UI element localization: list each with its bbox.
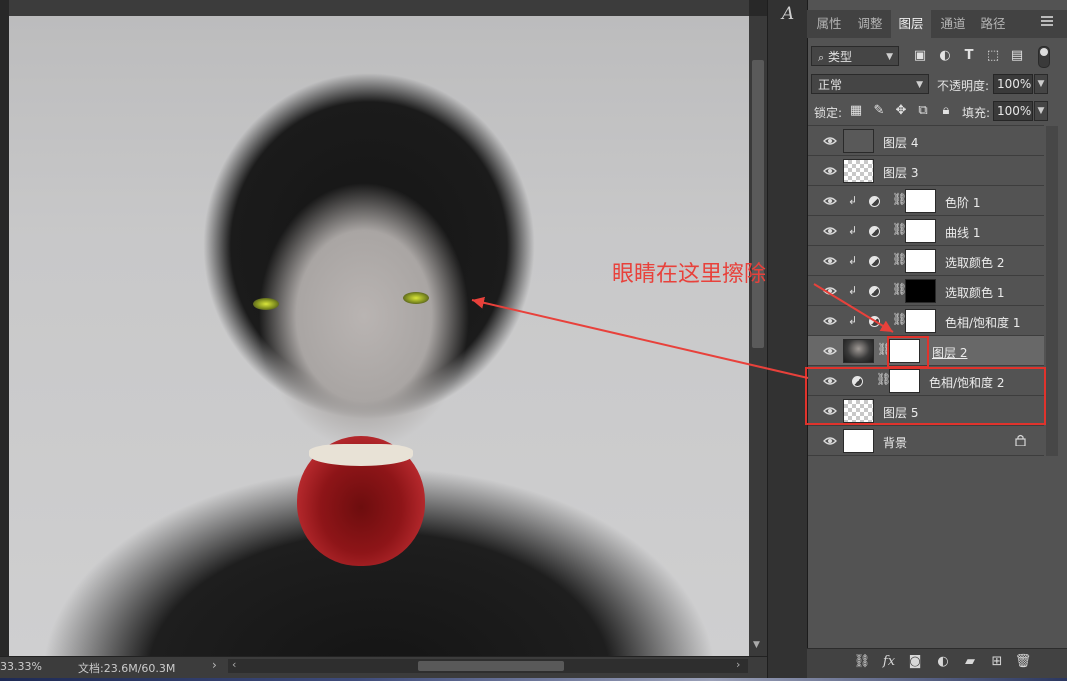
annotation-mask-box: [887, 336, 929, 368]
tab-channels[interactable]: 通道: [933, 10, 973, 38]
visibility-eye-icon[interactable]: [823, 256, 837, 266]
visibility-eye-icon[interactable]: [823, 136, 837, 146]
layer-name[interactable]: 图层 2: [932, 344, 967, 361]
layer-name[interactable]: 曲线 1: [945, 224, 980, 241]
layer-name[interactable]: 选取颜色 2: [945, 254, 1004, 271]
trash-icon[interactable]: 🗑︎: [1014, 654, 1032, 670]
tab-layers[interactable]: 图层: [891, 10, 931, 38]
horizontal-scroll-thumb[interactable]: [418, 661, 564, 671]
fill-label: 填充:: [962, 106, 991, 120]
layer-mask-thumbnail[interactable]: [905, 279, 936, 303]
visibility-eye-icon[interactable]: [823, 316, 837, 326]
visibility-eye-icon[interactable]: [823, 346, 837, 356]
layer-thumbnail[interactable]: [843, 159, 874, 183]
clipping-mask-icon: ↲: [848, 284, 858, 297]
image-left-eye: [253, 298, 279, 310]
filter-adjustment-icon[interactable]: ◐: [937, 48, 953, 64]
layer-name[interactable]: 图层 4: [883, 134, 918, 151]
layer-mask-thumbnail[interactable]: [905, 219, 936, 243]
annotation-text: 眼睛在这里擦除: [612, 262, 767, 287]
layer-thumbnail[interactable]: [843, 429, 874, 453]
scroll-left-arrow-icon[interactable]: ‹: [232, 658, 236, 671]
canvas-top-ruler: [9, 0, 749, 16]
filter-toggle-switch[interactable]: [1038, 46, 1050, 68]
new-layer-icon[interactable]: ⊞: [988, 654, 1006, 670]
layer-name[interactable]: 图层 3: [883, 164, 918, 181]
lock-transparent-pixels-icon[interactable]: ▦: [848, 103, 864, 119]
visibility-eye-icon[interactable]: [823, 226, 837, 236]
fx-icon[interactable]: fx: [880, 654, 898, 670]
layer-thumbnail[interactable]: [843, 339, 874, 363]
fill-field[interactable]: 100%: [993, 101, 1033, 121]
status-menu-arrow[interactable]: ›: [212, 658, 217, 672]
opacity-field[interactable]: 100%: [993, 74, 1033, 94]
vertical-scroll-thumb[interactable]: [752, 60, 764, 348]
fill-dropdown-button[interactable]: ▼: [1034, 101, 1048, 121]
filter-type-icon[interactable]: T: [961, 48, 977, 64]
clipping-mask-icon: ↲: [848, 224, 858, 237]
tab-paths[interactable]: 路径: [974, 10, 1012, 38]
document-image[interactable]: [9, 16, 749, 656]
search-icon: ⌕: [818, 51, 825, 64]
layer-mask-thumbnail[interactable]: [905, 189, 936, 213]
lock-label: 锁定:: [814, 106, 843, 120]
filter-shape-icon[interactable]: ⬚: [985, 48, 1001, 64]
document-size-info: 文档:23.6M/60.3M: [78, 662, 176, 675]
filter-smart-object-icon[interactable]: ▤: [1009, 48, 1025, 64]
scroll-right-arrow-icon[interactable]: ›: [736, 658, 740, 671]
layer-filter-kind[interactable]: ⌕ 类型 ▼: [811, 46, 899, 66]
chevron-down-icon: ▼: [886, 52, 893, 62]
layer-thumbnail[interactable]: [843, 129, 874, 153]
adjustment-layer-icon: [869, 286, 880, 297]
visibility-eye-icon[interactable]: [823, 166, 837, 176]
adjustment-icon[interactable]: ◐: [934, 654, 952, 670]
lock-all-icon[interactable]: 🔒︎: [938, 103, 954, 119]
tab-adjustments[interactable]: 调整: [850, 10, 890, 38]
visibility-eye-icon[interactable]: [823, 286, 837, 296]
annotation-highlight-box: [805, 367, 1046, 425]
adjustment-layer-icon: [869, 256, 880, 267]
chevron-down-icon: ▼: [916, 80, 923, 90]
adjustment-layer-icon: [869, 196, 880, 207]
blend-mode-select[interactable]: 正常 ▼: [811, 74, 929, 94]
visibility-eye-icon[interactable]: [823, 196, 837, 206]
layer-name[interactable]: 背景: [883, 434, 907, 451]
image-teeth-region: [309, 444, 413, 466]
group-folder-icon[interactable]: ▰: [961, 654, 979, 670]
visibility-eye-icon[interactable]: [823, 436, 837, 446]
clipping-mask-icon: ↲: [848, 194, 858, 207]
tab-properties[interactable]: 属性: [810, 10, 848, 38]
filter-pixel-icon[interactable]: ▣: [912, 48, 928, 64]
image-right-eye: [403, 292, 429, 304]
opacity-label: 不透明度:: [937, 79, 990, 93]
lock-artboard-icon[interactable]: ⧉: [915, 103, 931, 119]
layer-mask-thumbnail[interactable]: [905, 249, 936, 273]
layer-mask-thumbnail[interactable]: [905, 309, 936, 333]
character-panel-icon[interactable]: A: [778, 4, 798, 24]
opacity-dropdown-button[interactable]: ▼: [1034, 74, 1048, 94]
layer-name[interactable]: 色阶 1: [945, 194, 980, 211]
lock-icon: [1015, 434, 1026, 447]
panel-menu-icon[interactable]: [1041, 16, 1053, 28]
mask-icon[interactable]: ◙: [906, 654, 924, 670]
adjustment-layer-icon: [869, 226, 880, 237]
scroll-down-arrow-icon[interactable]: ▼: [753, 640, 760, 650]
lock-image-pixels-brush-icon[interactable]: ✎: [871, 103, 887, 119]
clipping-mask-icon: ↲: [848, 314, 858, 327]
panel-dock-strip: [767, 0, 808, 678]
link-icon[interactable]: ⛓: [853, 654, 871, 670]
layers-scrollbar[interactable]: [1046, 126, 1058, 456]
clipping-mask-icon: ↲: [848, 254, 858, 267]
layer-name[interactable]: 选取颜色 1: [945, 284, 1004, 301]
zoom-level[interactable]: 33.33%: [0, 660, 42, 673]
lock-position-move-icon[interactable]: ✥: [893, 103, 909, 119]
layer-name[interactable]: 色相/饱和度 1: [945, 314, 1021, 331]
adjustment-layer-icon: [869, 316, 880, 327]
